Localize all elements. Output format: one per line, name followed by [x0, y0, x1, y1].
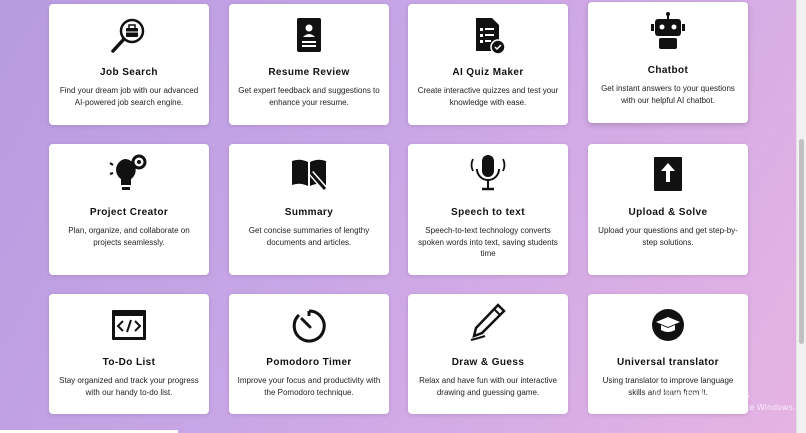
card-speech-to-text[interactable]: Speech to text Speech-to-text technology…	[408, 144, 568, 275]
card-title: Chatbot	[647, 65, 689, 76]
card-draw-guess[interactable]: Draw & Guess Relax and have fun with our…	[408, 294, 568, 414]
resume-icon	[297, 18, 321, 52]
microphone-icon	[470, 155, 506, 191]
card-description: Plan, organize, and collaborate on proje…	[68, 226, 190, 247]
card-title: Pomodoro Timer	[266, 357, 352, 368]
watermark-subtitle: Go to Settings to activate Windows.	[652, 403, 796, 412]
card-job-search[interactable]: Job Search Find your dream job with our …	[49, 4, 209, 125]
card-description: Get expert feedback and suggestions to e…	[238, 86, 380, 107]
timer-icon	[292, 309, 326, 343]
card-title: AI Quiz Maker	[452, 67, 524, 78]
card-description: Get concise summaries of lengthy documen…	[248, 226, 370, 247]
card-description: Speech-to-text technology converts spoke…	[418, 226, 558, 258]
vertical-scrollbar[interactable]	[796, 0, 806, 433]
card-description: Stay organized and track your progress w…	[59, 376, 199, 397]
feature-grid: Job Search Find your dream job with our …	[0, 0, 797, 433]
card-title: Summary	[284, 207, 334, 218]
card-title: Speech to text	[451, 207, 525, 218]
card-ai-quiz-maker[interactable]: AI Quiz Maker Create interactive quizzes…	[408, 4, 568, 125]
card-upload-solve[interactable]: Upload & Solve Upload your questions and…	[588, 144, 748, 275]
book-pen-icon	[292, 159, 329, 192]
pencil-icon	[470, 303, 506, 341]
scrollbar-thumb[interactable]	[799, 139, 804, 344]
card-description: Get instant answers to your questions wi…	[601, 84, 735, 105]
card-title: Job Search	[100, 67, 158, 78]
card-title: Project Creator	[89, 207, 169, 218]
card-title: To-Do List	[102, 357, 156, 368]
card-resume-review[interactable]: Resume Review Get expert feedback and su…	[229, 4, 389, 125]
watermark-title: Activate Windows	[652, 388, 750, 401]
card-title: Universal translator	[617, 357, 719, 368]
job-search-icon	[111, 18, 145, 53]
card-summary[interactable]: Summary Get concise summaries of lengthy…	[229, 144, 389, 275]
quiz-icon	[476, 18, 506, 55]
card-description: Relax and have fun with our interactive …	[419, 376, 557, 397]
card-to-do-list[interactable]: To-Do List Stay organized and track your…	[49, 294, 209, 414]
graduation-cap-icon	[652, 309, 684, 341]
card-title: Draw & Guess	[451, 357, 525, 368]
card-title: Upload & Solve	[628, 207, 708, 218]
lightbulb-gear-icon	[109, 154, 147, 190]
card-project-creator[interactable]: Project Creator Plan, organize, and coll…	[49, 144, 209, 275]
card-chatbot[interactable]: Chatbot Get instant answers to your ques…	[588, 2, 748, 123]
card-description: Upload your questions and get step-by-st…	[598, 226, 738, 247]
robot-icon	[651, 12, 685, 49]
card-description: Find your dream job with our advanced AI…	[59, 86, 199, 107]
activate-windows-watermark: Activate Windows Go to Settings to activ…	[652, 388, 795, 412]
card-description: Create interactive quizzes and test your…	[417, 86, 559, 107]
card-title: Resume Review	[268, 67, 350, 78]
card-description: Improve your focus and productivity with…	[237, 376, 381, 397]
card-pomodoro-timer[interactable]: Pomodoro Timer Improve your focus and pr…	[229, 294, 389, 414]
code-window-icon	[112, 310, 146, 340]
upload-icon	[654, 157, 682, 191]
